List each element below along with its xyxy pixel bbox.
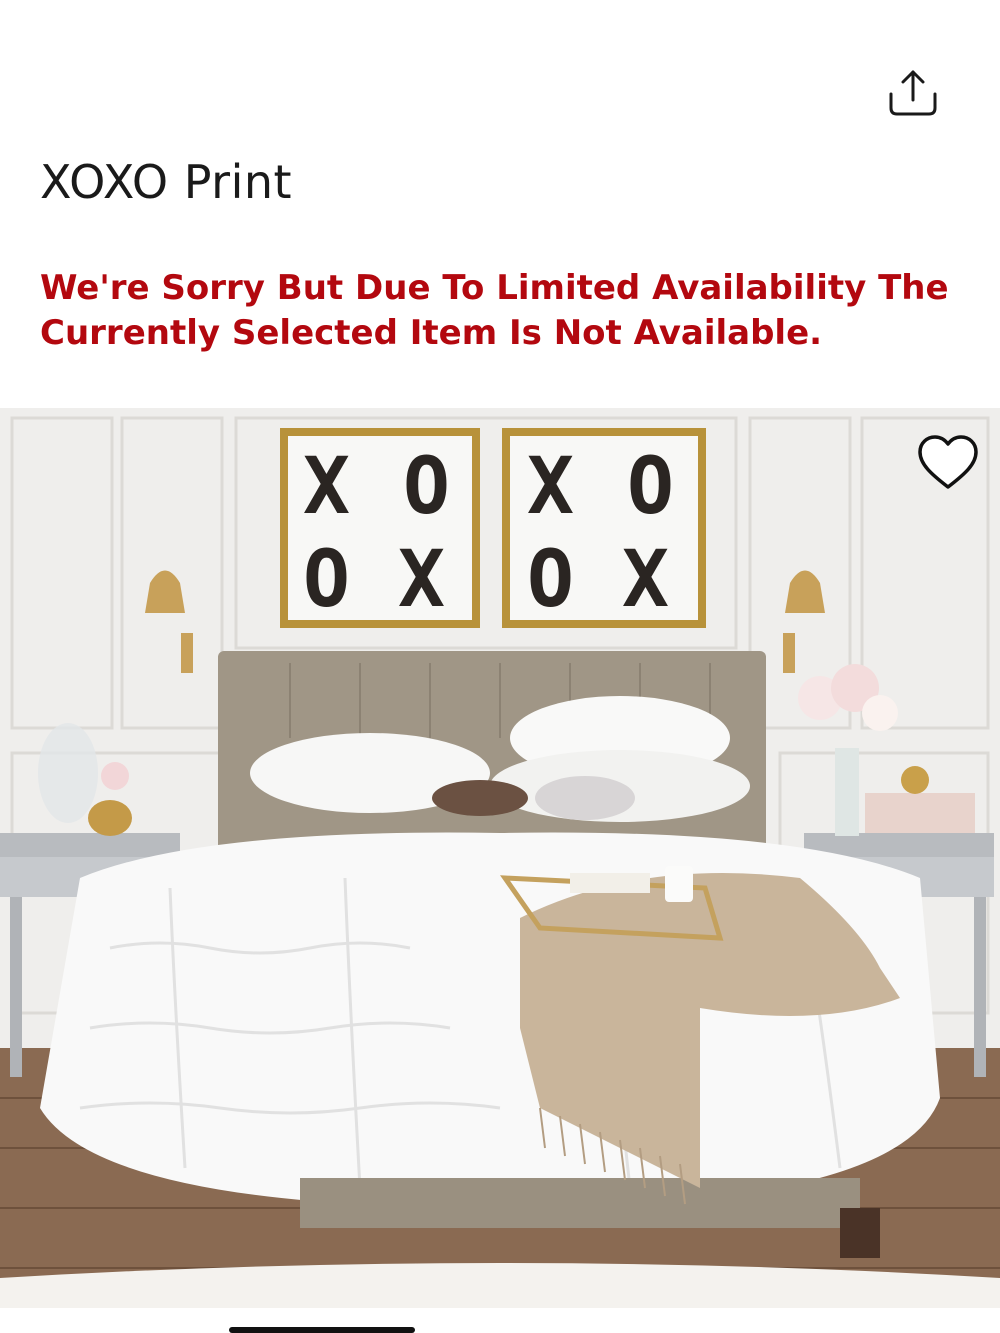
print-letter: X bbox=[303, 442, 350, 532]
home-indicator[interactable] bbox=[229, 1327, 415, 1333]
share-icon bbox=[889, 70, 937, 116]
heart-icon bbox=[918, 435, 978, 489]
print-letter: O bbox=[627, 442, 674, 532]
print-letter: X bbox=[398, 535, 445, 625]
print-letter: O bbox=[403, 442, 450, 532]
favorite-button[interactable] bbox=[908, 428, 988, 498]
print-letter: X bbox=[622, 535, 669, 625]
product-title: XOXO Print bbox=[40, 155, 293, 209]
availability-message: We're Sorry But Due To Limited Availabil… bbox=[40, 268, 949, 353]
print-letter: X bbox=[527, 442, 574, 532]
product-image[interactable]: X O O X X O O X bbox=[0, 408, 1000, 1308]
print-letter: O bbox=[303, 535, 350, 625]
share-button[interactable] bbox=[880, 62, 946, 122]
print-letter: O bbox=[527, 535, 574, 625]
bedroom-photo: X O O X X O O X bbox=[0, 408, 1000, 1308]
product-detail-screen: XOXO Print We're Sorry But Due To Limite… bbox=[0, 0, 1000, 1333]
